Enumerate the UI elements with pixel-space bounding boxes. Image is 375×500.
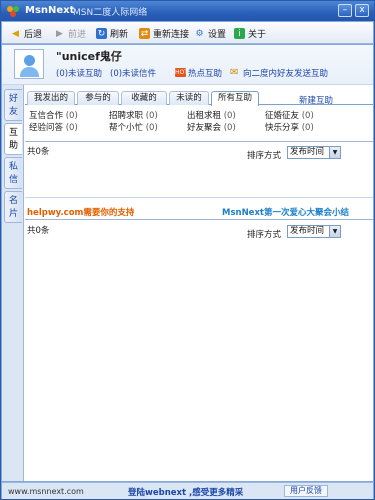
- sort-select-value: 发布时间: [290, 226, 325, 236]
- chevron-down-icon: ▼: [329, 226, 340, 237]
- avatar[interactable]: [14, 49, 44, 79]
- about-button[interactable]: i 关于: [234, 26, 266, 41]
- back-label: 后退: [24, 30, 43, 40]
- app-subtitle: MSN二度人际网络: [73, 8, 148, 18]
- feedback-button[interactable]: 用户反馈: [284, 485, 328, 497]
- tab-sent[interactable]: 我发出的: [27, 91, 75, 105]
- sidetab-messages[interactable]: 私信: [4, 157, 22, 189]
- unread-interactions-link[interactable]: (0)未读互助: [56, 67, 102, 79]
- msn-butterfly-icon: [7, 6, 19, 17]
- tab-all[interactable]: 所有互助: [211, 91, 259, 106]
- avatar-head-shape: [24, 55, 35, 66]
- envelope-icon: ✉: [230, 67, 239, 78]
- hot-topics-link[interactable]: 热点互助: [188, 67, 222, 79]
- reconnect-icon: ⇄: [139, 28, 150, 39]
- forward-label: 前进: [68, 30, 87, 40]
- avatar-body-shape: [20, 67, 39, 77]
- category-item[interactable]: 经验问答 (0): [29, 121, 78, 133]
- chevron-down-icon: ▼: [329, 147, 340, 158]
- divider: [25, 219, 373, 220]
- title-bar: MsnNext MSN二度人际网络 – x: [1, 1, 374, 21]
- about-label: 关于: [248, 30, 267, 40]
- settings-button[interactable]: ⚙ 设置: [194, 26, 226, 41]
- back-button[interactable]: ◀ 后退: [10, 26, 42, 41]
- reconnect-label: 重新连接: [153, 30, 190, 40]
- settings-label: 设置: [208, 30, 227, 40]
- minimize-button[interactable]: –: [338, 4, 352, 17]
- refresh-button[interactable]: ↻ 刷新: [96, 26, 128, 41]
- tab-favorites[interactable]: 收藏的: [121, 91, 167, 105]
- sort-select[interactable]: 发布时间 ▼: [287, 146, 341, 159]
- broadcast-link[interactable]: 向二度内好友发送互助: [243, 67, 328, 79]
- divider: [25, 197, 373, 198]
- app-window: MsnNext MSN二度人际网络 – x ◀ 后退 ▶ 前进 ↻ 刷新 ⇄ 重…: [0, 0, 375, 500]
- sort-label: 排序方式: [247, 151, 282, 161]
- sort-label: 排序方式: [247, 230, 282, 240]
- sidetab-friends[interactable]: 好友: [4, 89, 22, 121]
- gear-icon: ⚙: [195, 28, 204, 39]
- category-item[interactable]: 招聘求职 (0): [109, 109, 158, 121]
- tab-unread[interactable]: 未读的: [169, 91, 209, 105]
- support-banner-link[interactable]: helpwy.com需要你的支持: [27, 206, 134, 218]
- sidetab-cards[interactable]: 名片: [4, 191, 22, 223]
- category-item[interactable]: 征婚征友 (0): [265, 109, 314, 121]
- hot-badge-icon: HOT: [175, 68, 188, 77]
- profile-header: "unicef鬼仔 (0)未读互助 (0)未读信件 HOT 热点互助 ✉ 向二度…: [2, 45, 373, 85]
- category-grid: 互信合作 (0) 招聘求职 (0) 出租求租 (0) 征婚征友 (0) 经验问答…: [25, 109, 373, 139]
- category-item[interactable]: 帮个小忙 (0): [109, 121, 158, 133]
- close-button[interactable]: x: [355, 4, 369, 17]
- main-panel: 我发出的 参与的 收藏的 未读的 所有互助 新建互助 互信合作 (0) 招聘求职…: [25, 85, 373, 481]
- list-total-count: 共0条: [27, 147, 50, 157]
- new-interaction-link[interactable]: 新建互助: [299, 94, 333, 106]
- unread-messages-link[interactable]: (0)未读信件: [110, 67, 156, 79]
- login-webnext-link[interactable]: 登陆webnext ,感受更多精采: [128, 486, 243, 498]
- sort-select[interactable]: 发布时间 ▼: [287, 225, 341, 238]
- refresh-label: 刷新: [110, 30, 129, 40]
- status-bar: www.msnnext.com 登陆webnext ,感受更多精采 用户反馈: [2, 482, 373, 499]
- about-icon: i: [234, 28, 245, 39]
- sort-select-value: 发布时间: [290, 147, 325, 157]
- side-tab-bar: 好友 互助 私信 名片: [2, 85, 24, 481]
- content-frame: "unicef鬼仔 (0)未读互助 (0)未读信件 HOT 热点互助 ✉ 向二度…: [2, 45, 373, 481]
- event-summary-link[interactable]: MsnNext第一次爱心大聚会小结: [222, 206, 349, 218]
- category-item[interactable]: 好友聚会 (0): [187, 121, 236, 133]
- refresh-icon: ↻: [96, 28, 107, 39]
- reconnect-button[interactable]: ⇄ 重新连接: [139, 26, 189, 41]
- category-item[interactable]: 出租求租 (0): [187, 109, 236, 121]
- user-nickname: "unicef鬼仔: [56, 50, 122, 63]
- forward-arrow-icon: ▶: [56, 28, 63, 39]
- sidetab-interactions[interactable]: 互助: [4, 123, 22, 155]
- divider: [25, 141, 373, 142]
- website-url[interactable]: www.msnnext.com: [8, 487, 84, 496]
- list-total-count: 共0条: [27, 226, 50, 236]
- forward-button[interactable]: ▶ 前进: [54, 26, 86, 41]
- category-item[interactable]: 互信合作 (0): [29, 109, 78, 121]
- back-arrow-icon: ◀: [12, 28, 19, 39]
- app-name: MsnNext: [25, 5, 75, 16]
- category-item[interactable]: 快乐分享 (0): [265, 121, 314, 133]
- toolbar: ◀ 后退 ▶ 前进 ↻ 刷新 ⇄ 重新连接 ⚙ 设置 i 关于: [2, 22, 373, 44]
- tab-joined[interactable]: 参与的: [77, 91, 119, 105]
- tab-bar: 我发出的 参与的 收藏的 未读的 所有互助 新建互助: [25, 89, 373, 106]
